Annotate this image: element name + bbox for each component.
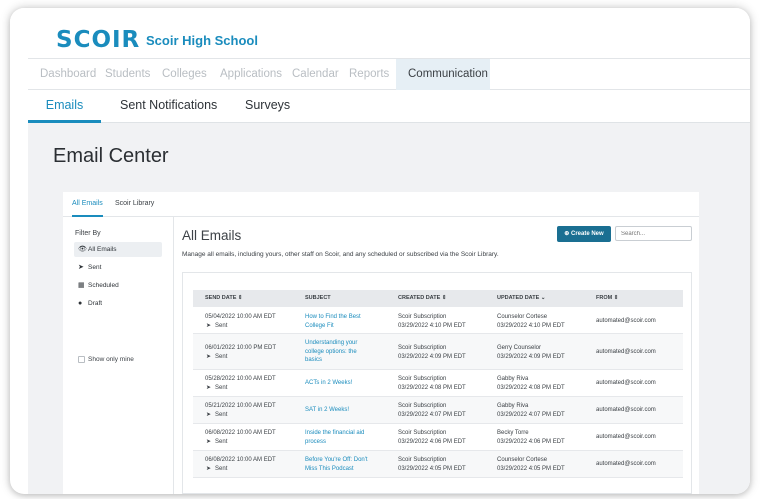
col-from[interactable]: FROM ⇕ <box>596 290 618 307</box>
sort-desc-icon: ⌄ <box>540 295 546 301</box>
tab-scoir-library[interactable]: Scoir Library <box>115 192 154 217</box>
filter-label: Sent <box>88 264 102 271</box>
filter-sidebar: Filter By 👁 All Emails ➤ Sent ▦ Schedule… <box>63 217 174 494</box>
eye-icon: 👁 <box>78 246 87 253</box>
emails-title: All Emails <box>182 228 242 243</box>
subject-link[interactable]: How to Find the Best College Fit <box>305 313 361 330</box>
updated-cell: Gabby Riva 03/29/2022 4:07 PM EDT <box>497 403 565 418</box>
filter-label: Draft <box>88 300 103 307</box>
create-new-label: Create New <box>571 231 604 237</box>
filter-label: All Emails <box>88 246 117 253</box>
table-row[interactable]: 05/04/2022 10:00 AM EDT ➤ Sent How to Fin… <box>193 307 683 334</box>
table-row[interactable]: 06/01/2022 10:00 PM EDT ➤ Sent Understand… <box>193 334 683 370</box>
send-date-cell: 06/08/2022 10:00 AM EDT ➤ Sent <box>205 430 276 445</box>
tab-sent-notifications[interactable]: Sent Notifications <box>120 90 217 123</box>
sort-icon: ⇕ <box>237 295 243 301</box>
paper-plane-icon: ➤ <box>206 322 212 329</box>
send-date-cell: 05/04/2022 10:00 AM EDT ➤ Sent <box>205 314 276 329</box>
page-title: Email Center <box>53 145 169 167</box>
paper-plane-icon: ➤ <box>78 264 84 271</box>
nav-communication[interactable]: Communication <box>396 59 490 90</box>
school-name[interactable]: Scoir High School <box>146 33 258 48</box>
filter-draft[interactable]: ● Draft <box>74 296 162 311</box>
content-area: Email Center All Emails Scoir Library Fi… <box>28 123 750 494</box>
top-bar: SCOIR Scoir High School <box>10 8 750 58</box>
col-send-date[interactable]: SEND DATE ⇕ <box>205 290 243 307</box>
calendar-icon: ▦ <box>78 282 85 289</box>
col-created-date[interactable]: CREATED DATE ⇕ <box>398 290 446 307</box>
paper-plane-icon: ➤ <box>206 411 212 418</box>
app-window: SCOIR Scoir High School Dashboard Studen… <box>10 8 750 494</box>
updated-cell: Counselor Cortese 03/29/2022 4:10 PM EDT <box>497 314 565 329</box>
sort-icon: ⇕ <box>613 295 619 301</box>
email-panel: All Emails Scoir Library Filter By 👁 All… <box>63 192 699 494</box>
from-cell: automated@scoir.com <box>596 380 656 386</box>
send-date-cell: 06/01/2022 10:00 PM EDT ➤ Sent <box>205 345 277 360</box>
nav-students[interactable]: Students <box>105 59 150 90</box>
nav-applications[interactable]: Applications <box>220 59 282 90</box>
send-date-cell: 06/08/2022 10:00 AM EDT ➤ Sent <box>205 457 276 472</box>
filter-label: Scheduled <box>88 282 119 289</box>
filter-scheduled[interactable]: ▦ Scheduled <box>74 278 162 293</box>
filter-sent[interactable]: ➤ Sent <box>74 260 162 275</box>
filter-all-emails[interactable]: 👁 All Emails <box>74 242 162 257</box>
from-cell: automated@scoir.com <box>596 318 656 324</box>
updated-cell: Counselor Cortese 03/29/2022 4:05 PM EDT <box>497 457 565 472</box>
sub-nav: Emails Sent Notifications Surveys <box>28 90 750 123</box>
panel-tabs: All Emails Scoir Library <box>63 192 699 217</box>
created-cell: Scoir Subscription 03/29/2022 4:07 PM ED… <box>398 403 466 418</box>
emails-table: SEND DATE ⇕ SUBJECT CREATED DATE ⇕ UPDAT… <box>182 272 692 494</box>
created-cell: Scoir Subscription 03/29/2022 4:09 PM ED… <box>398 345 466 360</box>
created-cell: Scoir Subscription 03/29/2022 4:06 PM ED… <box>398 430 466 445</box>
updated-cell: Becky Torre 03/29/2022 4:06 PM EDT <box>497 430 565 445</box>
from-cell: automated@scoir.com <box>596 434 656 440</box>
col-subject: SUBJECT <box>305 295 331 301</box>
paper-plane-icon: ➤ <box>206 465 212 472</box>
nav-calendar[interactable]: Calendar <box>292 59 339 90</box>
paper-plane-icon: ➤ <box>206 353 212 360</box>
tab-surveys[interactable]: Surveys <box>245 90 290 123</box>
col-updated-date[interactable]: UPDATED DATE ⌄ <box>497 290 545 307</box>
tab-all-emails[interactable]: All Emails <box>72 192 103 217</box>
main-nav: Dashboard Students Colleges Applications… <box>28 58 750 90</box>
table-row[interactable]: 06/08/2022 10:00 AM EDT ➤ Sent Inside the… <box>193 424 683 451</box>
created-cell: Scoir Subscription 03/29/2022 4:05 PM ED… <box>398 457 466 472</box>
table-row[interactable]: 06/08/2022 10:00 AM EDT ➤ Sent Before You… <box>193 451 683 478</box>
from-cell: automated@scoir.com <box>596 407 656 413</box>
updated-cell: Gabby Riva 03/29/2022 4:08 PM EDT <box>497 376 565 391</box>
nav-colleges[interactable]: Colleges <box>162 59 207 90</box>
nav-reports[interactable]: Reports <box>349 59 389 90</box>
minus-circle-icon: ● <box>78 300 83 307</box>
table-header: SEND DATE ⇕ SUBJECT CREATED DATE ⇕ UPDAT… <box>193 290 683 307</box>
send-date-cell: 05/21/2022 10:00 AM EDT ➤ Sent <box>205 403 276 418</box>
subject-link[interactable]: Inside the financial aid process <box>305 429 364 446</box>
nav-dashboard[interactable]: Dashboard <box>40 59 96 90</box>
send-date-cell: 05/28/2022 10:00 AM EDT ➤ Sent <box>205 376 276 391</box>
from-cell: automated@scoir.com <box>596 461 656 467</box>
from-cell: automated@scoir.com <box>596 349 656 355</box>
tab-emails[interactable]: Emails <box>28 90 101 123</box>
created-cell: Scoir Subscription 03/29/2022 4:10 PM ED… <box>398 314 466 329</box>
subject-link[interactable]: ACTs in 2 Weeks! <box>305 379 352 388</box>
created-cell: Scoir Subscription 03/29/2022 4:08 PM ED… <box>398 376 466 391</box>
subject-link[interactable]: SAT in 2 Weeks! <box>305 406 349 415</box>
show-only-mine-checkbox[interactable]: Show only mine <box>78 356 134 363</box>
emails-description: Manage all emails, including yours, othe… <box>182 251 499 258</box>
subject-link[interactable]: Before You're Off: Don't Miss This Podca… <box>305 456 368 473</box>
paper-plane-icon: ➤ <box>206 384 212 391</box>
table-row[interactable]: 05/21/2022 10:00 AM EDT ➤ Sent SAT in 2 W… <box>193 397 683 424</box>
show-only-mine-label: Show only mine <box>88 356 134 363</box>
plus-circle-icon: ⊕ <box>564 231 570 237</box>
table-row[interactable]: 05/28/2022 10:00 AM EDT ➤ Sent ACTs in 2 … <box>193 370 683 397</box>
scoir-logo[interactable]: SCOIR <box>56 27 140 53</box>
paper-plane-icon: ➤ <box>206 438 212 445</box>
search-input[interactable] <box>615 226 692 241</box>
create-new-button[interactable]: ⊕ Create New <box>557 226 611 242</box>
checkbox-box[interactable] <box>78 356 85 363</box>
filter-title: Filter By <box>75 230 101 237</box>
sort-icon: ⇕ <box>441 295 447 301</box>
updated-cell: Gerry Counselor 03/29/2022 4:09 PM EDT <box>497 345 565 360</box>
subject-link[interactable]: Understanding your college options: the … <box>305 339 357 365</box>
